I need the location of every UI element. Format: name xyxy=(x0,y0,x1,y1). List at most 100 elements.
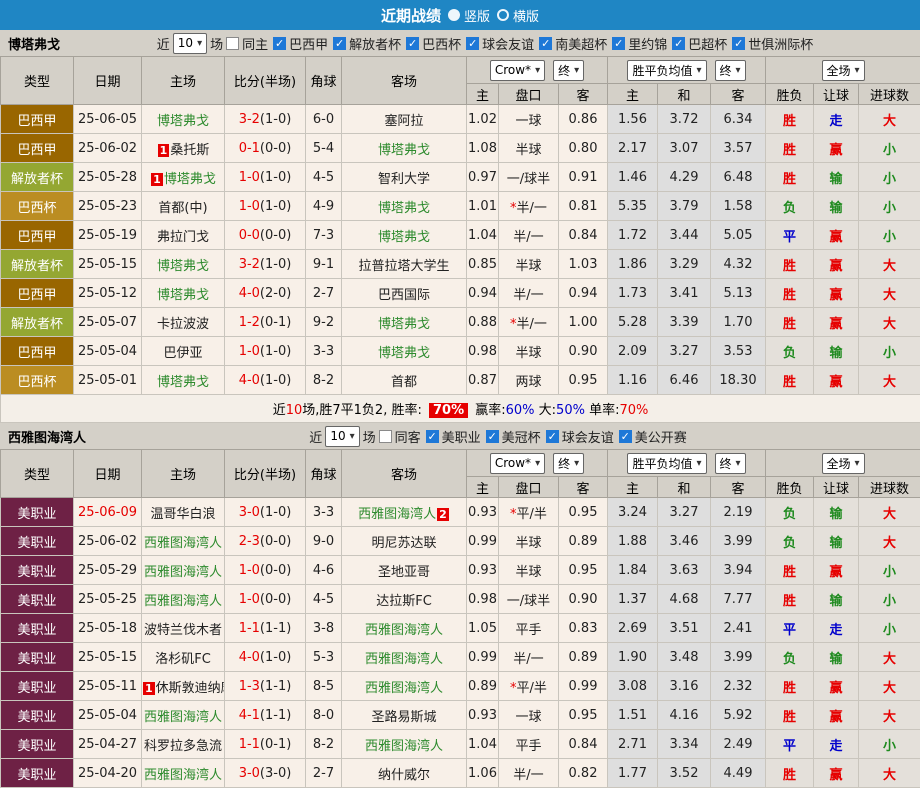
league-checkbox[interactable]: ✓ xyxy=(539,37,552,50)
league-checkbox[interactable]: ✓ xyxy=(619,430,632,443)
same-venue-checkbox[interactable] xyxy=(379,430,392,443)
date-cell: 25-05-23 xyxy=(74,192,142,221)
score-cell: 1-1(1-1) xyxy=(225,614,306,643)
halftime-score: (0-0) xyxy=(260,228,291,243)
handicap-result-cell: 输 xyxy=(814,192,859,221)
league-checkbox-label: 里约锦 xyxy=(628,34,667,53)
handicap-result-cell: 赢 xyxy=(814,701,859,730)
league-checkbox-label: 巴西杯 xyxy=(422,34,461,53)
wdl-result-cell: 胜 xyxy=(766,308,814,337)
away-team-name: 博塔弗戈 xyxy=(378,201,430,216)
mean-away-cell: 5.05 xyxy=(711,221,766,250)
league-checkbox[interactable]: ✓ xyxy=(273,37,286,50)
league-checkbox[interactable]: ✓ xyxy=(406,37,419,50)
col-header-home: 主场 xyxy=(142,57,225,105)
league-checkbox-label: 球会友谊 xyxy=(482,34,534,53)
odds-stage-select[interactable]: 终▾ xyxy=(553,60,584,81)
mean-away-cell: 4.49 xyxy=(711,759,766,788)
bookmaker-select[interactable]: Crow*▾ xyxy=(490,60,545,81)
col-header-score: 比分(半场) xyxy=(225,57,306,105)
team-name: 博塔弗戈 xyxy=(8,34,60,53)
corner-cell: 4-5 xyxy=(306,585,342,614)
date-cell: 25-05-04 xyxy=(74,701,142,730)
league-checkbox[interactable]: ✓ xyxy=(732,37,745,50)
wdl-result-cell: 胜 xyxy=(766,105,814,134)
layout-radio-horizontal[interactable]: 横版 xyxy=(497,6,539,25)
score-cell: 4-0(2-0) xyxy=(225,279,306,308)
result-group-header: 全场▾ xyxy=(766,450,920,477)
corner-cell: 3-3 xyxy=(306,337,342,366)
goals-result-cell: 小 xyxy=(859,730,920,759)
away-team-name: 首都 xyxy=(391,375,417,390)
goals-result-cell: 小 xyxy=(859,192,920,221)
handicap-result-cell: 走 xyxy=(814,730,859,759)
scope-select[interactable]: 全场▾ xyxy=(822,453,865,474)
league-checkbox[interactable]: ✓ xyxy=(486,430,499,443)
fulltime-score: 1-0 xyxy=(239,170,260,185)
mean-stage-select-value: 终 xyxy=(720,62,732,79)
handicap-result-cell: 输 xyxy=(814,498,859,527)
league-checkbox[interactable]: ✓ xyxy=(546,430,559,443)
date-cell: 25-04-20 xyxy=(74,759,142,788)
fulltime-score: 1-2 xyxy=(239,315,260,330)
match-row: 解放者杯25-05-281博塔弗戈1-0(1-0)4-5智利大学0.97一/球半… xyxy=(1,163,920,192)
mean-draw-cell: 3.48 xyxy=(658,643,711,672)
handicap-line-text: 半球 xyxy=(515,565,541,580)
date-cell: 25-05-15 xyxy=(74,643,142,672)
bookmaker-select-value: Crow* xyxy=(495,63,531,77)
home-team-name: 博塔弗戈 xyxy=(157,259,209,274)
handicap-line-text: 平手 xyxy=(515,739,541,754)
subcol-header-mean_home: 主 xyxy=(608,477,658,498)
corner-cell: 4-5 xyxy=(306,163,342,192)
wdl-result-cell: 胜 xyxy=(766,701,814,730)
score-cell: 3-0(1-0) xyxy=(225,498,306,527)
handicap-result-cell: 赢 xyxy=(814,134,859,163)
same-venue-checkbox[interactable] xyxy=(226,37,239,50)
home-team-cell: 1桑托斯 xyxy=(142,134,225,163)
radio-selected-icon[interactable] xyxy=(448,9,460,21)
away-team-cell: 首都 xyxy=(342,366,467,395)
odds-home-cell: 0.94 xyxy=(467,279,499,308)
odds-stage-select[interactable]: 终▾ xyxy=(553,453,584,474)
league-checkbox[interactable]: ✓ xyxy=(612,37,625,50)
match-count-select[interactable]: 10▾ xyxy=(325,426,359,447)
radio-unselected-icon[interactable] xyxy=(497,9,509,21)
handicap-result-cell: 走 xyxy=(814,105,859,134)
away-team-cell: 博塔弗戈 xyxy=(342,192,467,221)
layout-radio-vertical[interactable]: 竖版 xyxy=(448,6,490,25)
odds-home-cell: 0.99 xyxy=(467,527,499,556)
goals-result-cell: 大 xyxy=(859,366,920,395)
mean-away-cell: 4.32 xyxy=(711,250,766,279)
chevron-down-icon: ▾ xyxy=(197,38,202,49)
away-team-cell: 西雅图海湾人 xyxy=(342,730,467,759)
date-cell: 25-05-28 xyxy=(74,163,142,192)
away-team-name: 西雅图海湾人 xyxy=(365,739,443,754)
mean-draw-cell: 6.46 xyxy=(658,366,711,395)
scope-select[interactable]: 全场▾ xyxy=(822,60,865,81)
league-checkbox[interactable]: ✓ xyxy=(426,430,439,443)
bookmaker-select[interactable]: Crow*▾ xyxy=(490,453,545,474)
league-checkbox[interactable]: ✓ xyxy=(333,37,346,50)
away-team-cell: 博塔弗戈 xyxy=(342,221,467,250)
corner-cell: 8-2 xyxy=(306,366,342,395)
league-checkbox[interactable]: ✓ xyxy=(466,37,479,50)
mean-stage-select[interactable]: 终▾ xyxy=(715,453,746,474)
mean-draw-cell: 3.41 xyxy=(658,279,711,308)
mean-odds-select[interactable]: 胜平负均值▾ xyxy=(627,60,706,81)
goals-result-cell: 大 xyxy=(859,250,920,279)
league-checkbox[interactable]: ✓ xyxy=(672,37,685,50)
subcol-header-mean_away: 客 xyxy=(711,84,766,105)
date-cell: 25-05-25 xyxy=(74,585,142,614)
win-rate-badge: 70% xyxy=(429,403,468,418)
mean-stage-select[interactable]: 终▾ xyxy=(715,60,746,81)
chevron-down-icon: ▾ xyxy=(736,65,741,76)
score-cell: 0-0(0-0) xyxy=(225,221,306,250)
mean-home-cell: 1.37 xyxy=(608,585,658,614)
date-cell: 25-06-09 xyxy=(74,498,142,527)
home-team-cell: 科罗拉多急流 xyxy=(142,730,225,759)
match-count-select[interactable]: 10▾ xyxy=(173,33,207,54)
mean-odds-select[interactable]: 胜平负均值▾ xyxy=(627,453,706,474)
mean-away-cell: 3.99 xyxy=(711,527,766,556)
odds-home-cell: 1.05 xyxy=(467,614,499,643)
away-team-name: 智利大学 xyxy=(378,172,430,187)
